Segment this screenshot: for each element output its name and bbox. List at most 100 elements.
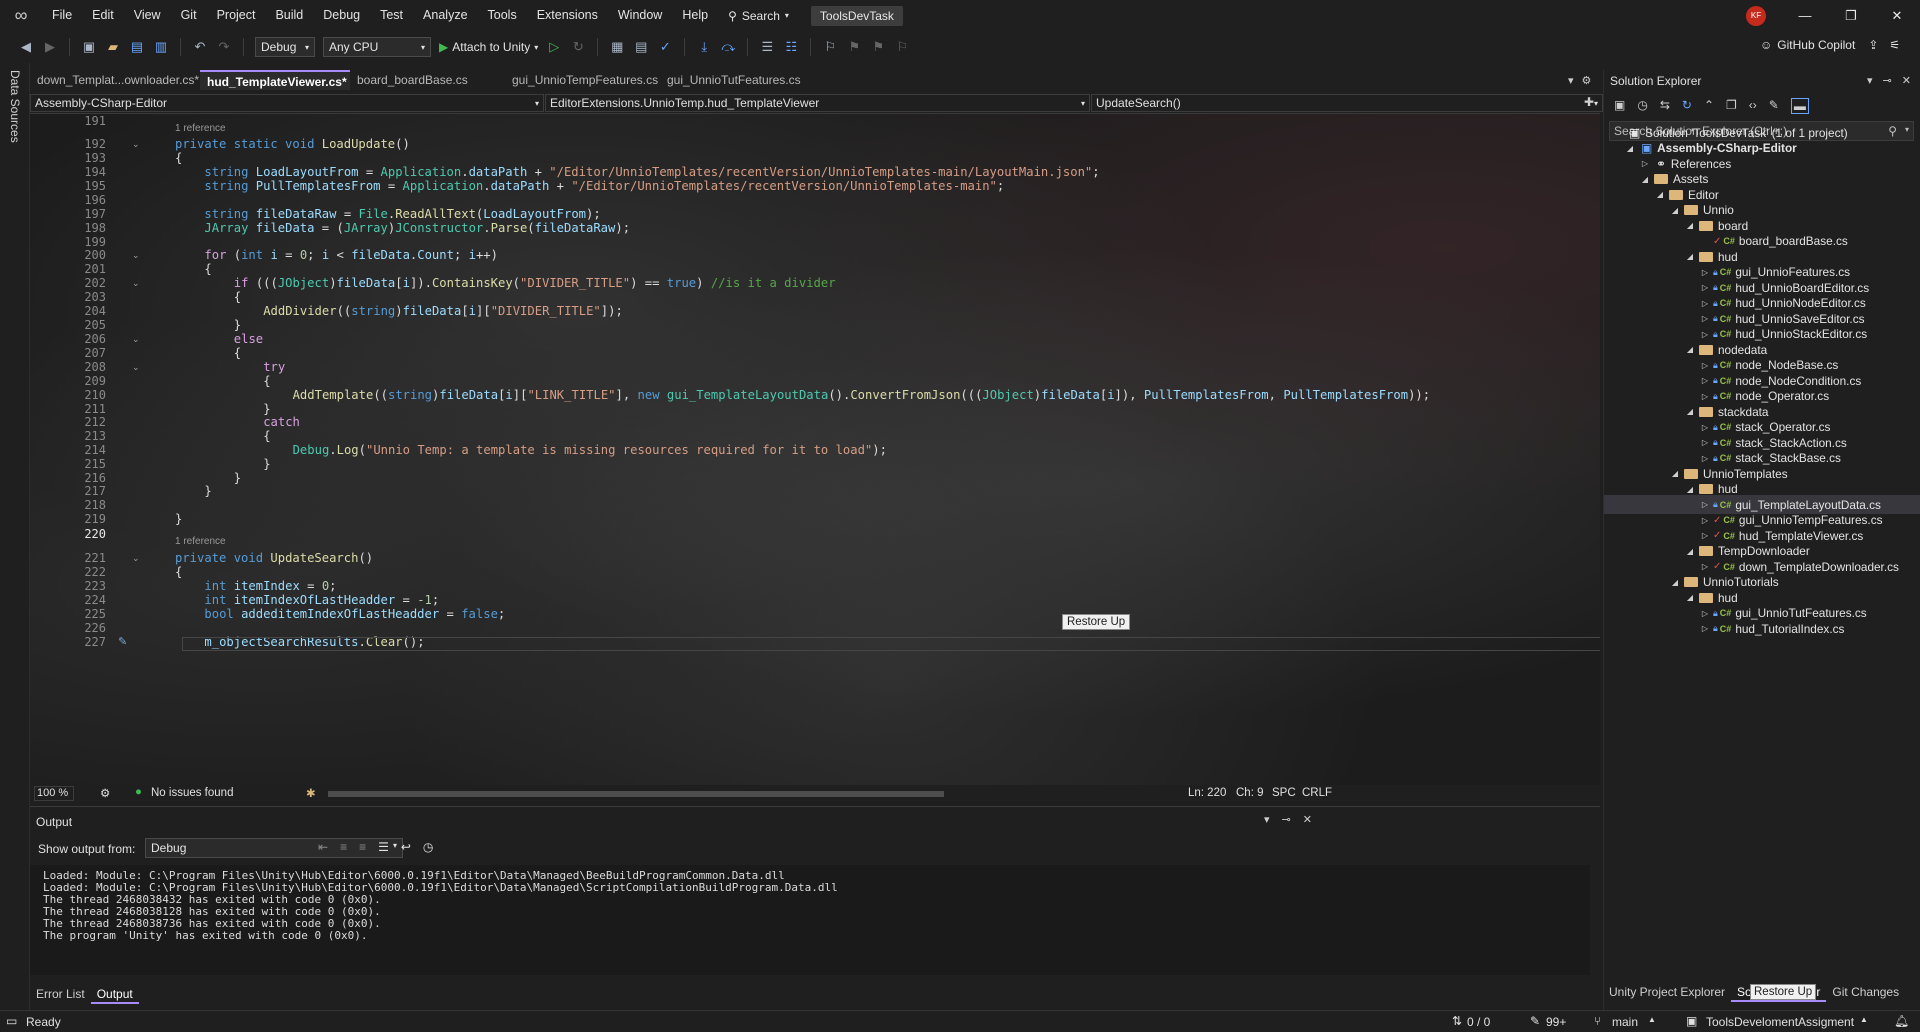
class-dropdown[interactable]: EditorExtensions.UnnioTemp.hud_TemplateV… bbox=[545, 94, 1090, 112]
code-line[interactable]: Debug.Log("Unnio Temp: a template is mis… bbox=[293, 443, 887, 457]
code-line[interactable]: } bbox=[234, 318, 241, 332]
fold-chevron-icon[interactable]: ⌄ bbox=[132, 278, 140, 289]
avatar[interactable]: KF bbox=[1746, 6, 1766, 26]
code-line[interactable]: { bbox=[263, 429, 270, 443]
eol-indicator[interactable]: CRLF bbox=[1302, 787, 1332, 799]
sync-active-document-icon[interactable]: ⇆ bbox=[1660, 98, 1670, 114]
menu-window[interactable]: Window bbox=[608, 0, 672, 31]
zoom-select[interactable]: 100 % bbox=[34, 786, 74, 801]
expanded-arrow-icon[interactable]: ◢ bbox=[1624, 144, 1636, 153]
code-line[interactable]: } bbox=[234, 471, 241, 485]
codelens-references[interactable]: 1 reference bbox=[175, 536, 226, 547]
clear-all-icon[interactable]: ☰ bbox=[378, 840, 389, 854]
menu-git[interactable]: Git bbox=[171, 0, 207, 31]
expanded-arrow-icon[interactable]: ◢ bbox=[1684, 547, 1696, 556]
settings-gear-icon[interactable]: ⚙ bbox=[1582, 74, 1592, 87]
column-indicator[interactable]: Ch: 9 bbox=[1236, 787, 1264, 799]
forward-icon[interactable]: ▶ bbox=[42, 39, 58, 55]
repository-name[interactable]: ToolsDevelomentAssigment bbox=[1706, 1015, 1854, 1029]
pending-edits-count[interactable]: 99+ bbox=[1546, 1015, 1566, 1029]
collapsed-arrow-icon[interactable]: ▷ bbox=[1699, 299, 1711, 308]
tab-down-template-downloader[interactable]: down_Templat...ownloader.cs* bbox=[30, 70, 200, 90]
collapsed-arrow-icon[interactable]: ▷ bbox=[1699, 516, 1711, 525]
code-line[interactable]: { bbox=[175, 565, 182, 579]
chevron-down-icon[interactable]: ▾ bbox=[1867, 74, 1873, 87]
code-line[interactable]: string PullTemplatesFrom = Application.d… bbox=[204, 179, 1004, 193]
comment-icon[interactable]: ☰ bbox=[759, 39, 775, 55]
fold-chevron-icon[interactable]: ⌄ bbox=[132, 334, 140, 345]
collapsed-arrow-icon[interactable]: ▷ bbox=[1699, 562, 1711, 571]
collapsed-arrow-icon[interactable]: ▷ bbox=[1699, 609, 1711, 618]
collapsed-arrow-icon[interactable]: ▷ bbox=[1699, 531, 1711, 540]
next-bookmark-icon[interactable]: ⚑ bbox=[870, 39, 886, 55]
menu-edit[interactable]: Edit bbox=[82, 0, 124, 31]
collapsed-arrow-icon[interactable]: ▷ bbox=[1699, 376, 1711, 385]
menu-analyze[interactable]: Analyze bbox=[413, 0, 477, 31]
branch-name[interactable]: main bbox=[1612, 1015, 1638, 1029]
code-line[interactable]: } bbox=[204, 484, 211, 498]
collapsed-arrow-icon[interactable]: ▷ bbox=[1699, 423, 1711, 432]
code-line[interactable]: { bbox=[204, 262, 211, 276]
tab-unity-project-explorer[interactable]: Unity Project Explorer bbox=[1603, 982, 1731, 1002]
find-message-icon[interactable]: ⇤ bbox=[318, 840, 328, 854]
menu-file[interactable]: File bbox=[42, 0, 82, 31]
code-line[interactable]: } bbox=[175, 512, 182, 526]
save-icon[interactable]: ▤ bbox=[129, 39, 145, 55]
expanded-arrow-icon[interactable]: ◢ bbox=[1684, 345, 1696, 354]
code-line[interactable]: { bbox=[234, 290, 241, 304]
tab-git-changes[interactable]: Git Changes bbox=[1826, 982, 1905, 1002]
collapsed-arrow-icon[interactable]: ▷ bbox=[1639, 159, 1651, 168]
horizontal-scroll-thumb[interactable] bbox=[328, 791, 944, 797]
configuration-select[interactable]: Debug ▾ bbox=[255, 37, 315, 57]
refresh-icon[interactable]: ↻ bbox=[1682, 98, 1692, 114]
view-code-icon[interactable]: ‹› bbox=[1749, 98, 1757, 114]
clear-bookmarks-icon[interactable]: ⚐ bbox=[894, 39, 910, 55]
start-without-debugging-icon[interactable]: ▷ bbox=[546, 39, 562, 55]
close-window-button[interactable]: ✕ bbox=[1874, 0, 1920, 31]
preview-selected-icon[interactable]: ▬ bbox=[1790, 98, 1809, 114]
save-all-icon[interactable]: ▥ bbox=[153, 39, 169, 55]
code-line[interactable]: { bbox=[175, 151, 182, 165]
undo-icon[interactable]: ↶ bbox=[192, 39, 208, 55]
output-text-area[interactable]: Loaded: Module: C:\Program Files\Unity\H… bbox=[30, 865, 1590, 975]
hot-reload-icon[interactable]: ↻ bbox=[570, 39, 586, 55]
platform-select[interactable]: Any CPU ▾ bbox=[323, 37, 431, 57]
code-line[interactable]: for (int i = 0; i < fileData.Count; i++) bbox=[204, 248, 498, 262]
prev-bookmark-icon[interactable]: ⚑ bbox=[846, 39, 862, 55]
expanded-arrow-icon[interactable]: ◢ bbox=[1669, 206, 1681, 215]
expanded-arrow-icon[interactable]: ◢ bbox=[1684, 593, 1696, 602]
properties-wrench-icon[interactable]: ✎ bbox=[1769, 98, 1779, 114]
whitespace-indicator[interactable]: SPC bbox=[1272, 787, 1296, 799]
menu-view[interactable]: View bbox=[124, 0, 171, 31]
code-line[interactable]: try bbox=[263, 360, 285, 374]
browser-link-icon[interactable]: ▦ bbox=[609, 39, 625, 55]
prev-message-icon[interactable]: ≡ bbox=[340, 840, 347, 854]
word-wrap-icon[interactable]: ↩ bbox=[401, 840, 411, 854]
visual-studio-logo-icon[interactable]: ∞ bbox=[0, 0, 42, 31]
feedback-icon[interactable]: ⚟ bbox=[1889, 38, 1900, 52]
tab-hud-template-viewer[interactable]: hud_TemplateViewer.cs* ⊸ ✕ bbox=[200, 70, 350, 90]
layout-icon[interactable]: ▤ bbox=[633, 39, 649, 55]
close-icon[interactable]: ✕ bbox=[1303, 813, 1312, 826]
code-line[interactable]: else bbox=[234, 332, 263, 346]
code-line[interactable]: bool addeditemIndexOfLastHeadder = false… bbox=[204, 607, 505, 621]
line-indicator[interactable]: Ln: 220 bbox=[1188, 787, 1226, 799]
share-icon[interactable]: ⇪ bbox=[1868, 38, 1878, 52]
menu-debug[interactable]: Debug bbox=[313, 0, 370, 31]
tab-board-boardbase[interactable]: board_boardBase.cs bbox=[350, 70, 505, 90]
expanded-arrow-icon[interactable]: ◢ bbox=[1639, 175, 1651, 184]
spell-check-icon[interactable]: ✓ bbox=[657, 39, 673, 55]
code-line[interactable]: { bbox=[234, 346, 241, 360]
menu-project[interactable]: Project bbox=[207, 0, 266, 31]
tree-item-file[interactable]: ▷ 🔒︎ C# hud_TutorialIndex.cs bbox=[1604, 619, 1920, 638]
collapsed-arrow-icon[interactable]: ▷ bbox=[1699, 454, 1711, 463]
redo-icon[interactable]: ↷ bbox=[216, 39, 232, 55]
search-menu[interactable]: ⚲ Search ▾ bbox=[718, 9, 799, 23]
code-line[interactable]: JArray fileData = (JArray)JConstructor.P… bbox=[204, 221, 630, 235]
collapsed-arrow-icon[interactable]: ▷ bbox=[1699, 500, 1711, 509]
code-line[interactable]: catch bbox=[263, 415, 300, 429]
next-message-icon[interactable]: ≡ bbox=[359, 840, 366, 854]
menu-extensions[interactable]: Extensions bbox=[527, 0, 608, 31]
copilot-status-icon[interactable]: ⚙ bbox=[100, 786, 110, 800]
tab-list-dropdown-icon[interactable]: ▾ bbox=[1568, 74, 1574, 87]
